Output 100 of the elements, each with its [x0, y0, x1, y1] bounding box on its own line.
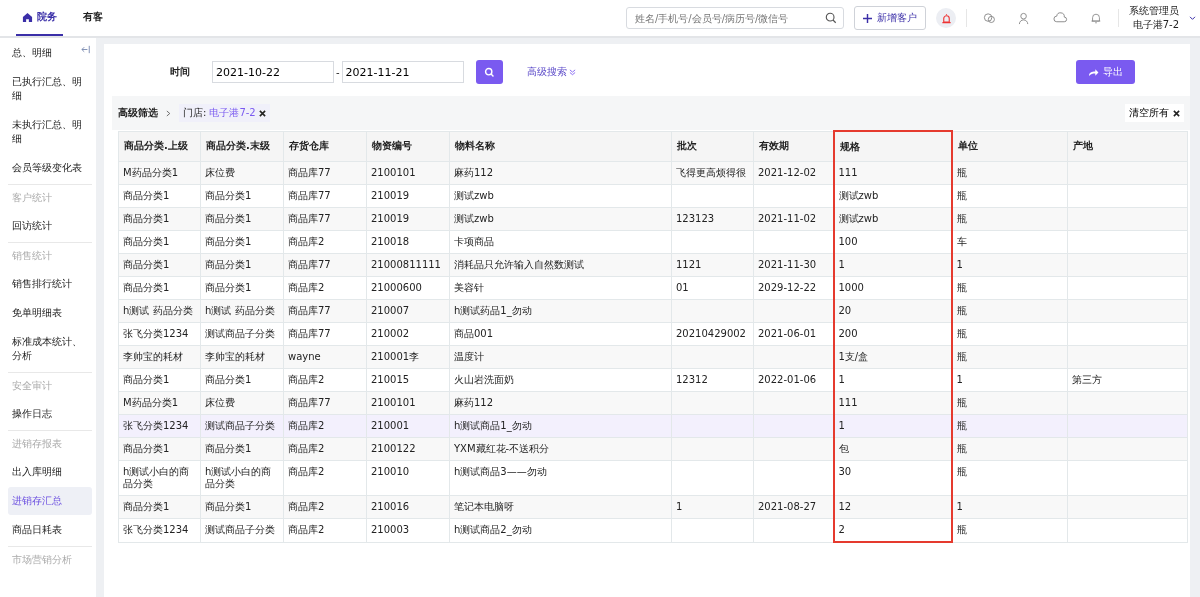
column-header[interactable]: 批次	[671, 131, 754, 162]
table-cell: 笔记本电脑呀	[454, 501, 514, 512]
table-cell: 1	[956, 501, 963, 512]
alarm-icon[interactable]	[936, 8, 956, 28]
table-row[interactable]: 商品分类1 商品分类1 商品库2 21000600 美容针 01 2029-12-22 1000 瓶	[118, 276, 1188, 300]
column-header[interactable]: 规格	[833, 131, 952, 162]
table-row[interactable]: 张飞分类1234 测试商品子分类 商品库2 210001 h测试商品1_勿动 1 瓶	[118, 414, 1188, 438]
table-cell: wayne	[288, 351, 321, 362]
filter-tag[interactable]: 门店: 电子港7-2	[179, 104, 270, 122]
table-cell: 商品分类1	[123, 443, 170, 454]
table-cell: 飞得更高烦得很	[676, 167, 746, 178]
bell-icon[interactable]	[1090, 11, 1102, 25]
column-header[interactable]: 商品分类.上级	[118, 131, 201, 162]
nav-tab[interactable]: 院务	[16, 0, 63, 36]
table-cell: h测试商品1_勿动	[454, 420, 532, 431]
table-cell: 温度计	[454, 351, 484, 362]
sidebar-item[interactable]: 操作日志	[8, 400, 92, 428]
user-icon[interactable]	[1018, 11, 1031, 25]
advanced-search-link[interactable]: 高级搜索	[526, 65, 576, 79]
close-icon[interactable]	[258, 109, 266, 117]
table-cell: 瓶	[956, 282, 967, 293]
start-date-field[interactable]: 2021-10-22	[212, 61, 334, 83]
table-cell: 商品分类1	[123, 236, 170, 247]
sidebar-item[interactable]: 商品日耗表	[8, 516, 92, 544]
table-cell: 20210429002	[676, 328, 746, 339]
table-cell: 瓶	[956, 397, 967, 408]
table-row[interactable]: 商品分类1 商品分类1 商品库2 2100122 YXM藏红花-不送积分 包 瓶	[118, 437, 1188, 461]
add-customer-button[interactable]: 新增客户	[854, 6, 926, 30]
sidebar-item[interactable]: 回访统计	[8, 212, 92, 240]
column-header[interactable]: 存货仓库	[283, 131, 367, 162]
column-header[interactable]: 物资编号	[366, 131, 450, 162]
search-field[interactable]: 姓名/手机号/会员号/病历号/微信号	[626, 7, 844, 29]
column-header[interactable]: 单位	[951, 131, 1068, 162]
table-cell: 210019	[371, 190, 410, 201]
chat-icon[interactable]	[983, 11, 996, 25]
chevron-down-icon[interactable]	[1189, 15, 1196, 21]
table-row[interactable]: h测试小白的商品分类 h测试小白的商品分类 商品库2 210010 h测试商品3——勿动 30 瓶	[118, 460, 1188, 496]
table-cell: 瓶	[956, 524, 967, 535]
table-row[interactable]: 商品分类1 商品分类1 商品库2 210018 卡项商品 100 车	[118, 230, 1188, 254]
table-row[interactable]: 商品分类1 商品分类1 商品库2 210015 火山岩洗面奶 12312 2022-01-06 1 1 第三方	[118, 368, 1188, 392]
table-cell: 车	[956, 236, 967, 247]
table-cell: 商品分类1	[123, 501, 170, 512]
export-button[interactable]: 导出	[1076, 60, 1135, 84]
table-cell: 商品分类1	[205, 190, 252, 201]
sidebar-item[interactable]: 总、明细	[8, 39, 92, 67]
table-row[interactable]: 张飞分类1234 测试商品子分类 商品库2 210003 h测试商品2_勿动 2 瓶	[118, 518, 1188, 542]
table-cell: 商品库2	[288, 236, 325, 247]
table-cell: 210002	[371, 328, 410, 339]
column-header[interactable]: 产地	[1067, 131, 1188, 162]
table-cell: 111	[838, 167, 858, 178]
table-row[interactable]: h测试 药品分类 h测试 药品分类 商品库77 210007 h测试药品1_勿动 20 瓶	[118, 299, 1188, 323]
table-cell: 瓶	[956, 351, 967, 362]
column-header[interactable]: 有效期	[753, 131, 834, 162]
table-cell: 李帅宝的耗材	[205, 351, 265, 362]
table-row[interactable]: 商品分类1 商品分类1 商品库77 21000811111 消耗品只允许输入自然数测试 1121 2021-11-30 1 1	[118, 253, 1188, 277]
column-header[interactable]: 物料名称	[449, 131, 672, 162]
table-cell: M药品分类1	[123, 167, 178, 178]
sidebar-item[interactable]: 出入库明细	[8, 458, 92, 486]
table-cell: YXM藏红花-不送积分	[454, 443, 550, 454]
table-row[interactable]: 李帅宝的耗材 李帅宝的耗材 wayne 210001李 温度计 1支/盒 瓶	[118, 345, 1188, 369]
sidebar-group-label: 安全审计	[8, 372, 92, 399]
sidebar-item[interactable]: 会员等级变化表	[8, 154, 92, 182]
table-cell: 商品库77	[288, 190, 331, 201]
table-cell: h测试商品2_勿动	[454, 524, 532, 535]
search-button[interactable]	[475, 60, 503, 84]
table-cell: 1	[838, 374, 845, 385]
table-cell: 1121	[676, 259, 702, 270]
sidebar-item[interactable]: 未执行汇总、明细	[8, 111, 92, 153]
table-cell: 商品分类1	[205, 259, 252, 270]
table-cell: 2021-06-01	[758, 328, 817, 339]
sidebar-item[interactable]: 免单明细表	[8, 299, 92, 327]
table-row[interactable]: 张飞分类1234 测试商品子分类 商品库77 210002 商品001 20210429002 2021-06-01 200 瓶	[118, 322, 1188, 346]
table-cell: 李帅宝的耗材	[123, 351, 183, 362]
table-cell: 1	[956, 259, 963, 270]
table-cell: 消耗品只允许输入自然数测试	[454, 259, 584, 270]
collapse-icon[interactable]	[81, 44, 92, 55]
table-row[interactable]: 商品分类1 商品分类1 商品库77 210019 测试zwb 123123 2021-11-02 测试zwb 瓶	[118, 207, 1188, 231]
nav-tab[interactable]: 有客	[77, 0, 109, 36]
sidebar-item[interactable]: 进销存汇总	[8, 487, 92, 515]
table-row[interactable]: 商品分类1 商品分类1 商品库77 210019 测试zwb 测试zwb 瓶	[118, 184, 1188, 208]
table-cell: h测试小白的商品分类	[205, 466, 272, 489]
table-cell: 210016	[371, 501, 410, 512]
sidebar-item[interactable]: 已执行汇总、明细	[8, 68, 92, 110]
cloud-icon[interactable]	[1053, 12, 1068, 24]
table-cell: 床位费	[205, 397, 235, 408]
table-row[interactable]: 商品分类1 商品分类1 商品库2 210016 笔记本电脑呀 1 2021-08-27 12 1	[118, 495, 1188, 519]
table-cell: 210001	[371, 420, 410, 431]
chevron-right-icon	[166, 109, 171, 117]
sidebar-item[interactable]: 销售排行统计	[8, 270, 92, 298]
table-cell: h测试商品3——勿动	[454, 466, 547, 477]
table-row[interactable]: M药品分类1 床位费 商品库77 2100101 麻药112 飞得更高烦得很 2021-12-02 111 瓶	[118, 161, 1188, 185]
clear-all-button[interactable]: 清空所有	[1125, 104, 1184, 122]
end-date-field[interactable]: 2021-11-21	[341, 61, 464, 83]
column-header[interactable]: 商品分类.末级	[200, 131, 284, 162]
user-name[interactable]: 系统管理员	[1129, 4, 1179, 18]
table-cell: h测试小白的商品分类	[123, 466, 190, 489]
sidebar-item[interactable]: 标准成本统计、分析	[8, 328, 92, 370]
table-cell: 210007	[371, 305, 410, 316]
table-row[interactable]: M药品分类1 床位费 商品库77 2100101 麻药112 111 瓶	[118, 391, 1188, 415]
table-cell: 商品分类1	[123, 282, 170, 293]
